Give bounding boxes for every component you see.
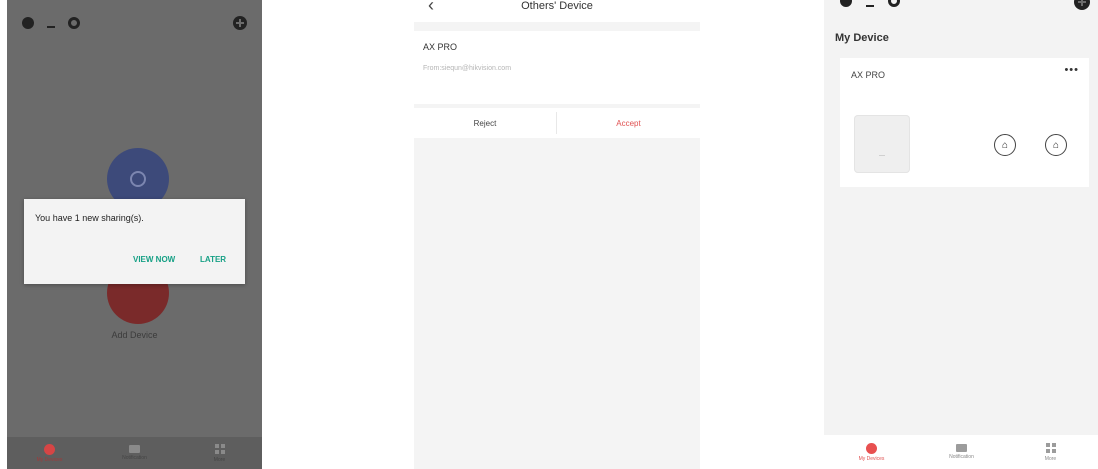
tab-notification[interactable]: Notification (919, 436, 1004, 468)
home-icon (866, 442, 877, 454)
page-title: Others' Device (521, 0, 593, 12)
add-device-label: Add Device (111, 330, 158, 340)
power-icon (130, 171, 146, 187)
grid-icon (1045, 442, 1056, 454)
tab-my-devices[interactable]: My Devices (7, 437, 92, 469)
settings-icon[interactable] (888, 0, 900, 7)
home-screen-with-dialog: Add Device You have 1 new sharing(s). VI… (7, 0, 262, 469)
action-bar: Reject Accept (414, 108, 700, 138)
nav-bar: ‹ Others' Device (414, 0, 700, 22)
device-led (879, 155, 885, 156)
tab-label: More (1044, 455, 1057, 462)
tab-label: My Devices (36, 456, 63, 463)
section-title: My Device (835, 32, 889, 44)
list-icon[interactable] (45, 17, 57, 28)
tab-label: Notification (949, 454, 974, 460)
sharing-dialog: You have 1 new sharing(s). VIEW NOW LATE… (24, 199, 245, 284)
device-sender: From:siequn@hikvision.com (423, 65, 512, 72)
mail-icon (129, 445, 140, 453)
bottom-tab-bar: My Devices Notification More (824, 435, 1098, 469)
stay-arm-icon[interactable]: ⌂ (994, 134, 1016, 156)
mail-icon (956, 444, 967, 452)
more-options-icon[interactable]: ••• (1064, 64, 1079, 76)
others-device-screen: ‹ Others' Device AX PRO From:siequn@hikv… (414, 0, 700, 469)
bottom-tab-bar: My Devices Notification More (7, 437, 262, 469)
accept-button[interactable]: Accept (557, 108, 700, 138)
device-name: AX PRO (423, 42, 458, 52)
settings-icon[interactable] (68, 17, 80, 29)
later-button[interactable]: LATER (200, 255, 226, 264)
my-device-screen: My Device AX PRO ••• ⌂ ⌂ My Devices Noti… (824, 0, 1098, 469)
tab-label: My Devices (858, 455, 885, 462)
tab-label: Notification (122, 455, 147, 461)
away-arm-icon[interactable]: ⌂ (1045, 134, 1067, 156)
tab-my-devices[interactable]: My Devices (829, 436, 914, 468)
device-name: AX PRO (851, 70, 886, 80)
shared-device-card: AX PRO From:siequn@hikvision.com (414, 31, 700, 104)
device-image (854, 115, 910, 173)
tab-more[interactable]: More (177, 437, 262, 469)
account-icon[interactable] (840, 0, 852, 7)
account-icon[interactable] (22, 17, 34, 29)
home-icon (44, 443, 55, 455)
list-icon[interactable] (864, 0, 876, 7)
top-bar (7, 0, 262, 46)
view-now-button[interactable]: VIEW NOW (133, 255, 175, 264)
dialog-message: You have 1 new sharing(s). (35, 213, 144, 223)
grid-icon (214, 443, 225, 455)
device-card[interactable]: AX PRO ••• ⌂ ⌂ (840, 58, 1089, 187)
tab-more[interactable]: More (1008, 436, 1093, 468)
add-icon[interactable] (1074, 0, 1090, 10)
reject-button[interactable]: Reject (414, 108, 556, 138)
add-icon[interactable] (233, 16, 247, 30)
tab-label: More (213, 456, 226, 463)
tab-notification[interactable]: Notification (92, 437, 177, 469)
